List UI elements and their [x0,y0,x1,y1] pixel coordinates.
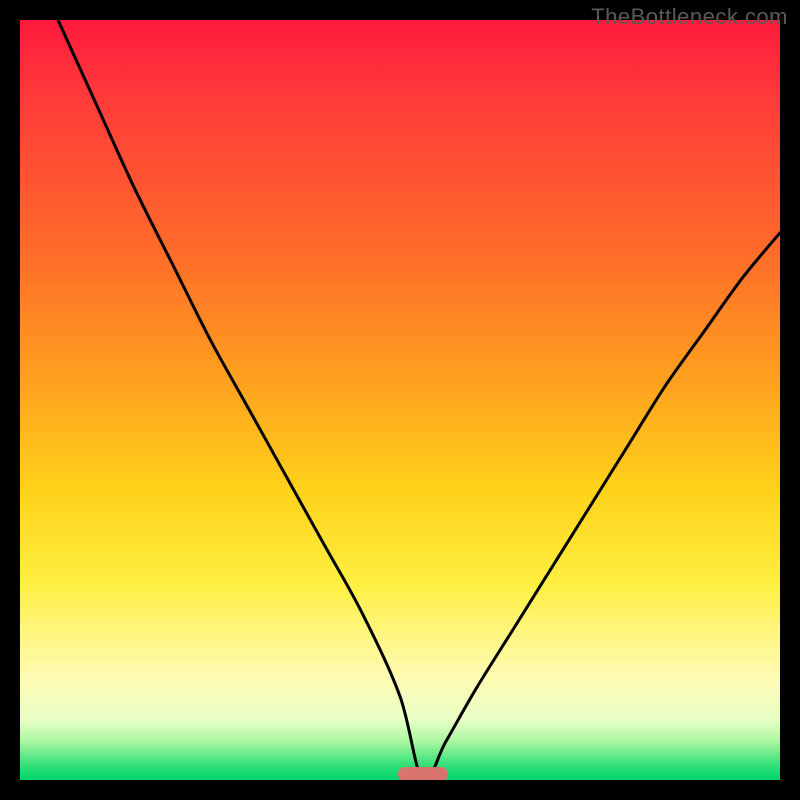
chart-frame: TheBottleneck.com [0,0,800,800]
bottleneck-curve [20,20,780,780]
plot-area [20,20,780,780]
watermark-text: TheBottleneck.com [591,4,788,30]
minimum-marker [398,767,448,780]
